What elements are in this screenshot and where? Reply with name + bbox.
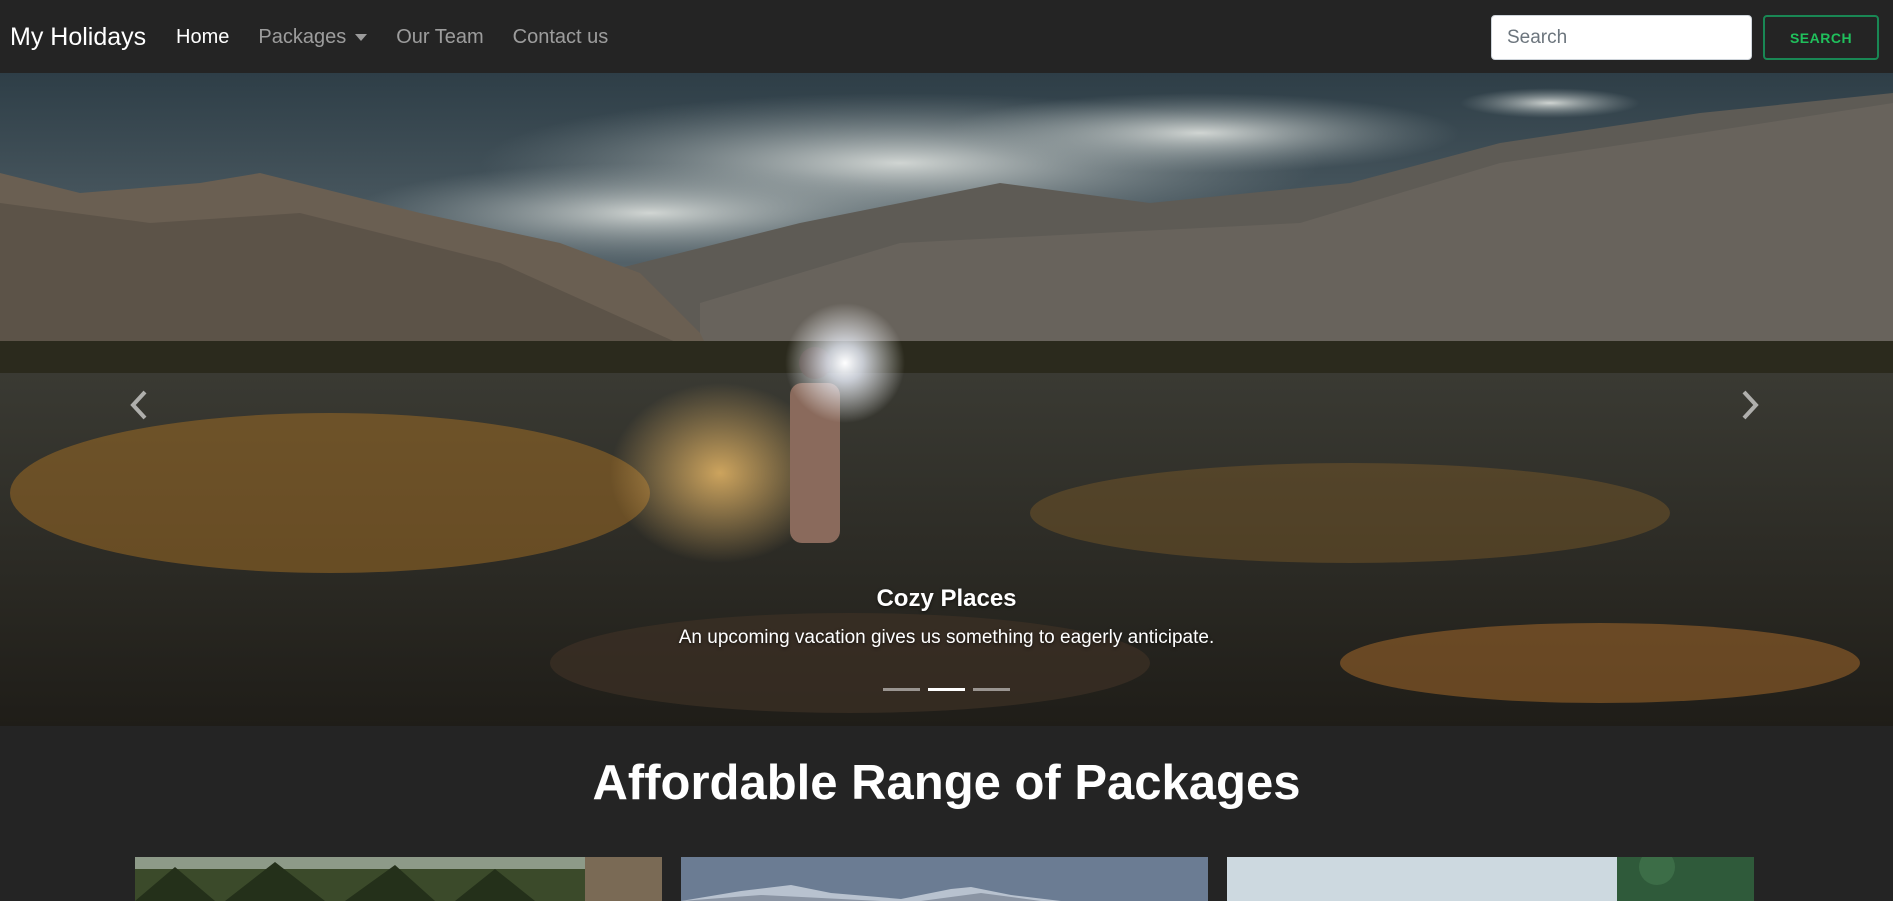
nav-link-packages-label: Packages <box>258 26 347 48</box>
search-input[interactable] <box>1491 15 1752 60</box>
carousel-indicator-3[interactable] <box>973 688 1010 691</box>
nav-link-contact-us-label: Contact us <box>512 26 609 48</box>
nav-link-home[interactable]: Home <box>176 24 229 50</box>
carousel-indicator-2[interactable] <box>928 688 965 691</box>
chevron-left-icon <box>130 390 147 420</box>
nav-link-our-team-label: Our Team <box>396 26 484 48</box>
carousel-caption-title: Cozy Places <box>876 585 1017 612</box>
package-card-1[interactable] <box>135 857 662 901</box>
nav-link-our-team[interactable]: Our Team <box>396 24 483 50</box>
nav-links: Home Packages Our Team Contact us <box>176 24 608 50</box>
carousel-indicators <box>0 688 1893 691</box>
chevron-right-icon <box>1742 390 1759 420</box>
packages-heading: Affordable Range of Packages <box>592 756 1301 810</box>
package-card-2[interactable] <box>681 857 1208 901</box>
nav-link-packages[interactable]: Packages <box>258 24 368 50</box>
package-card-3[interactable] <box>1227 857 1754 901</box>
brand-logo[interactable]: My Holidays <box>10 22 146 52</box>
search-button[interactable]: SEARCH <box>1763 15 1879 60</box>
package-card-2-image <box>681 857 1208 901</box>
package-card-1-image <box>135 857 662 901</box>
nav-link-contact-us[interactable]: Contact us <box>513 24 609 50</box>
nav-link-home-label: Home <box>176 26 230 48</box>
carousel-prev-button[interactable] <box>118 380 158 430</box>
navbar: My Holidays Home Packages Our Team Conta… <box>0 0 1893 73</box>
caret-down-icon <box>355 33 368 41</box>
hero-carousel: Cozy Places An upcoming vacation gives u… <box>0 73 1893 726</box>
carousel-indicator-1[interactable] <box>883 688 920 691</box>
carousel-caption-text: An upcoming vacation gives us something … <box>678 627 1215 648</box>
package-card-3-image <box>1227 857 1754 901</box>
carousel-next-button[interactable] <box>1731 380 1771 430</box>
